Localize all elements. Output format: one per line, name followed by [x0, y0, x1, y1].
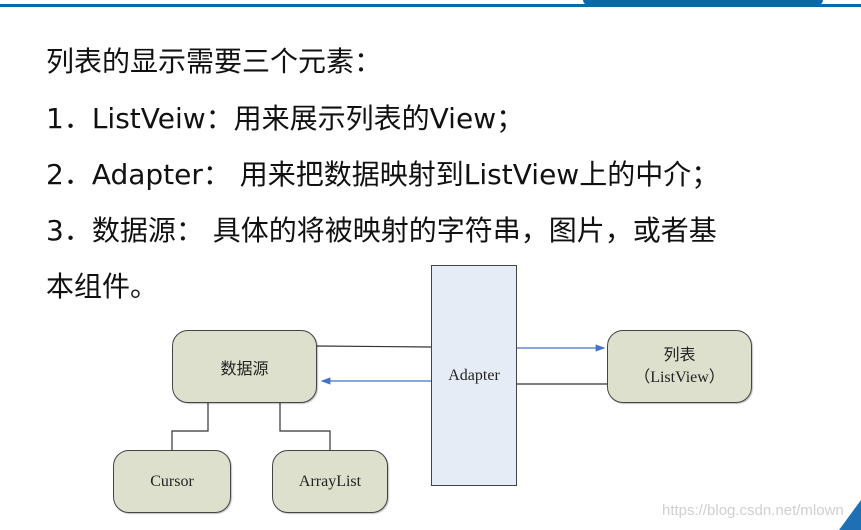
datasource-to-adapter-line [315, 345, 432, 348]
datasource-label: 数据源 [220, 360, 269, 378]
cursor-box: Cursor [113, 450, 231, 513]
arraylist-box: ArrayList [272, 450, 388, 513]
watermark: https://blog.csdn.net/mlown [662, 502, 844, 519]
corner-decoration [839, 500, 861, 530]
datasource-to-arraylist-line [279, 402, 331, 450]
listview-label-2: （ListView） [634, 368, 725, 386]
listview-box: 列表 （ListView） [607, 330, 752, 403]
adapter-box: Adapter [431, 265, 517, 486]
datasource-box: 数据源 [172, 330, 317, 403]
arraylist-label: ArrayList [298, 472, 362, 490]
cursor-label: Cursor [150, 472, 194, 490]
adapter-label: Adapter [448, 366, 500, 384]
listview-label-1: 列表 [663, 346, 696, 364]
datasource-to-cursor-line [171, 402, 209, 450]
